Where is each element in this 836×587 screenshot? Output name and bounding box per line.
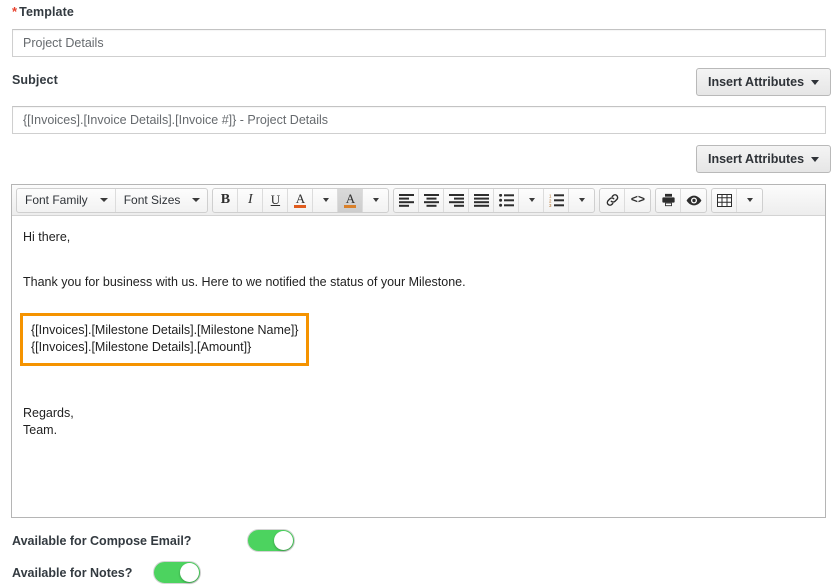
- toolbar-group-insert: <>: [599, 187, 652, 213]
- signoff-team: Team.: [23, 423, 58, 438]
- numbered-list-dropdown[interactable]: [569, 189, 594, 212]
- bold-button[interactable]: B: [213, 188, 239, 212]
- table-icon: [716, 193, 732, 207]
- notes-toggle-row: Available for Notes?: [12, 561, 202, 584]
- editor-body-text: Thank you for business with us. Here to …: [23, 275, 466, 290]
- notes-label: Available for Notes?: [12, 565, 133, 580]
- bullet-list-dropdown[interactable]: [519, 188, 545, 212]
- numbered-list-icon: 123: [549, 194, 564, 207]
- email-template-form: * Template Project Details Subject Insert…: [0, 0, 836, 587]
- text-color-icon: A: [294, 190, 307, 208]
- source-code-icon: <>: [630, 193, 646, 207]
- text-color-button[interactable]: A: [288, 188, 314, 212]
- compose-email-label: Available for Compose Email?: [12, 533, 192, 548]
- placeholder-milestone-name: {[Invoices].[Milestone Details].[Milesto…: [31, 323, 299, 338]
- eye-icon: [686, 195, 702, 205]
- italic-icon: I: [248, 192, 253, 207]
- editor-signoff: Regards, Team.: [23, 405, 814, 440]
- insert-attributes-button-body[interactable]: Insert Attributes: [696, 145, 832, 173]
- bullet-list-button[interactable]: [494, 188, 520, 212]
- background-color-icon: A: [344, 190, 357, 208]
- template-label: * Template: [12, 4, 74, 19]
- chevron-down-icon: [322, 198, 329, 202]
- chevron-down-icon: [747, 198, 754, 202]
- align-left-button[interactable]: [394, 188, 420, 212]
- template-input[interactable]: Project Details: [12, 29, 826, 57]
- required-asterisk-icon: *: [12, 4, 18, 19]
- printer-icon: [662, 193, 675, 207]
- background-color-letter: A: [345, 190, 356, 206]
- underline-icon: U: [270, 192, 281, 207]
- subject-label: Subject: [12, 73, 58, 87]
- template-label-text: Template: [19, 5, 74, 19]
- chevron-down-icon: [811, 156, 820, 162]
- signoff-regards: Regards,: [23, 406, 74, 420]
- text-color-swatch: [294, 204, 307, 208]
- font-sizes-select[interactable]: Font Sizes: [116, 189, 208, 212]
- editor-content-area[interactable]: Hi there, Thank you for business with us…: [12, 216, 825, 517]
- insert-attributes-label: Insert Attributes: [708, 152, 805, 166]
- chevron-down-icon: [192, 198, 201, 202]
- link-icon: [606, 194, 619, 206]
- rich-text-editor: Font Family Font Sizes B I U A A 1 2 3 <…: [11, 184, 826, 518]
- align-right-icon: [448, 193, 464, 207]
- background-color-swatch: [344, 204, 357, 208]
- insert-attributes-label: Insert Attributes: [708, 75, 805, 89]
- background-color-button[interactable]: A: [338, 188, 364, 212]
- align-justify-icon: [473, 193, 489, 207]
- preview-button[interactable]: [681, 189, 706, 212]
- subject-input[interactable]: {[Invoices].[Invoice Details].[Invoice #…: [12, 106, 826, 134]
- compose-email-toggle-row: Available for Compose Email?: [12, 529, 296, 552]
- align-left-icon: [398, 193, 414, 207]
- align-justify-button[interactable]: [469, 188, 495, 212]
- align-center-icon: [423, 193, 439, 207]
- chevron-down-icon: [811, 79, 820, 85]
- source-code-button[interactable]: <>: [625, 189, 650, 212]
- toolbar-group-format: B I U A A: [212, 187, 390, 213]
- bullet-list-icon: [498, 193, 514, 207]
- font-family-label: Font Family: [25, 193, 88, 207]
- insert-attributes-button-subject[interactable]: Insert Attributes: [696, 68, 832, 96]
- chevron-down-icon: [579, 198, 586, 202]
- notes-toggle[interactable]: [153, 561, 202, 584]
- bold-icon: B: [220, 192, 231, 207]
- editor-greeting-text: Hi there,: [23, 230, 71, 244]
- underline-button[interactable]: U: [263, 188, 289, 212]
- toggle-knob: [180, 563, 200, 582]
- numbered-list-button[interactable]: 123: [544, 188, 570, 212]
- highlighted-placeholder-box: {[Invoices].[Milestone Details].[Milesto…: [20, 313, 310, 366]
- text-color-letter: A: [295, 190, 306, 206]
- align-right-button[interactable]: [444, 188, 470, 212]
- insert-link-button[interactable]: [600, 188, 626, 212]
- background-color-dropdown[interactable]: [363, 189, 388, 212]
- italic-button[interactable]: I: [238, 188, 264, 212]
- chevron-down-icon: [528, 198, 535, 202]
- editor-toolbar: Font Family Font Sizes B I U A A 1 2 3 <…: [12, 185, 825, 216]
- toolbar-group-output: [655, 187, 708, 213]
- table-dropdown[interactable]: [737, 189, 762, 212]
- toolbar-group-paragraph: 123: [393, 187, 596, 213]
- toggle-knob: [274, 531, 294, 550]
- text-color-dropdown[interactable]: [313, 188, 339, 212]
- font-sizes-label: Font Sizes: [123, 193, 181, 207]
- toolbar-group-fonts: Font Family Font Sizes: [16, 187, 209, 213]
- print-button[interactable]: [656, 188, 682, 212]
- compose-email-toggle[interactable]: [247, 529, 296, 552]
- table-button[interactable]: [712, 188, 738, 212]
- align-center-button[interactable]: [419, 188, 445, 212]
- svg-text:3: 3: [549, 203, 552, 207]
- placeholder-amount: {[Invoices].[Milestone Details].[Amount]…: [31, 340, 252, 355]
- toolbar-group-table: [711, 187, 764, 213]
- font-family-select[interactable]: Font Family: [17, 188, 116, 212]
- chevron-down-icon: [99, 198, 108, 202]
- chevron-down-icon: [373, 198, 380, 202]
